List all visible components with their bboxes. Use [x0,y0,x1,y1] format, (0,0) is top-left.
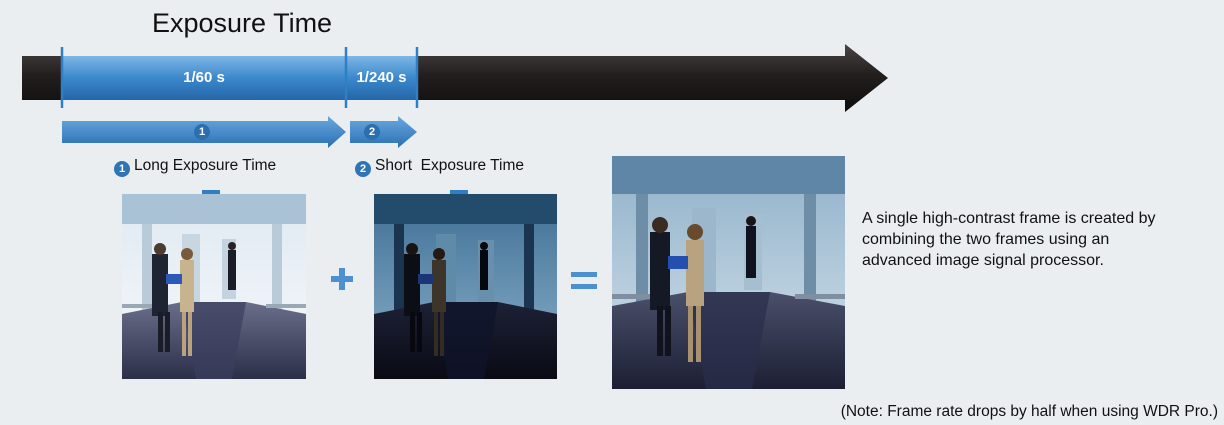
equals-icon [571,272,597,289]
step-2-number: 2 [364,124,380,140]
short-exposure-photo [374,194,557,379]
footnote: (Note: Frame rate drops by half when usi… [840,403,1218,420]
step-1-caption-text: Long Exposure Time [134,157,277,174]
step-1-badge: 1 [114,161,130,177]
step-2-badge: 2 [355,161,371,177]
description-text: A single high-contrast frame is created … [862,210,1156,269]
plus-icon [331,268,353,290]
long-exposure-label: 1/60 s [183,69,225,86]
step-2-caption: 2 Short Exposure Time [355,157,524,177]
long-exposure-photo [122,194,306,379]
step-2-arrow [350,116,417,148]
step-1-caption: 1 Long Exposure Time [114,157,276,177]
step-2-caption-text: Short Exposure Time [375,157,525,174]
combined-wdr-photo [612,156,845,389]
short-exposure-label: 1/240 s [356,69,407,86]
step-1-number: 1 [194,124,210,140]
